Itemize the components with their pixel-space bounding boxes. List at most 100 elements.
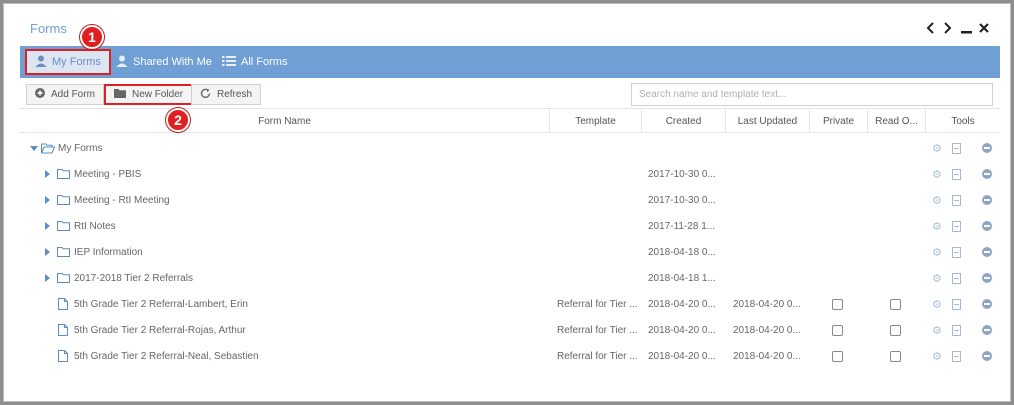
- window-titlebar: Forms: [20, 15, 1000, 45]
- callout-badge-2: 2: [166, 108, 190, 132]
- gear-icon[interactable]: ⚙: [932, 135, 942, 161]
- refresh-button[interactable]: Refresh: [191, 84, 262, 105]
- search-input[interactable]: [631, 83, 993, 106]
- created-cell: 2018-04-18 1...: [648, 272, 716, 284]
- table-row[interactable]: RtI Notes 2017-11-28 1... ⚙: [20, 213, 1000, 239]
- pdf-icon[interactable]: [952, 317, 961, 343]
- folder-icon: [57, 213, 70, 239]
- gear-icon[interactable]: ⚙: [932, 239, 942, 265]
- tab-all-forms[interactable]: All Forms: [222, 49, 287, 75]
- caret-down-icon[interactable]: [30, 135, 38, 161]
- updated-cell: 2018-04-20 0...: [733, 350, 801, 362]
- window-controls: [924, 21, 990, 35]
- table-row[interactable]: Meeting - RtI Meeting 2017-10-30 0... ⚙: [20, 187, 1000, 213]
- table-row[interactable]: 5th Grade Tier 2 Referral-Neal, Sebastie…: [20, 343, 1000, 369]
- read-only-checkbox[interactable]: [890, 343, 901, 369]
- form-name: 5th Grade Tier 2 Referral-Neal, Sebastie…: [74, 350, 259, 362]
- remove-icon[interactable]: [982, 239, 992, 265]
- table-row[interactable]: My Forms ⚙: [20, 135, 1000, 161]
- tab-label: My Forms: [52, 56, 101, 68]
- column-header-read-only[interactable]: Read O...: [868, 110, 926, 133]
- add-form-button[interactable]: Add Form: [26, 84, 104, 105]
- caret-right-icon[interactable]: [45, 213, 50, 239]
- remove-icon[interactable]: [982, 343, 992, 369]
- table-row[interactable]: Meeting - PBIS 2017-10-30 0... ⚙: [20, 161, 1000, 187]
- close-icon[interactable]: [978, 21, 990, 35]
- chevron-left-icon[interactable]: [924, 21, 936, 35]
- plus-circle-icon: [35, 88, 45, 101]
- remove-icon[interactable]: [982, 161, 992, 187]
- folder-open-icon: [41, 135, 55, 161]
- created-cell: 2017-11-28 1...: [648, 220, 716, 232]
- column-header-created[interactable]: Created: [642, 110, 726, 133]
- callout-badge-1: 1: [80, 25, 104, 49]
- remove-icon[interactable]: [982, 213, 992, 239]
- column-header-form-name[interactable]: Form Name: [20, 110, 550, 133]
- folder-name: 2017-2018 Tier 2 Referrals: [74, 272, 193, 284]
- tab-shared-with-me[interactable]: Shared With Me: [116, 49, 212, 75]
- window-title: Forms: [30, 21, 67, 36]
- gear-icon[interactable]: ⚙: [932, 187, 942, 213]
- read-only-checkbox[interactable]: [890, 317, 901, 343]
- pdf-icon[interactable]: [952, 135, 961, 161]
- caret-right-icon[interactable]: [45, 161, 50, 187]
- gear-icon[interactable]: ⚙: [932, 291, 942, 317]
- gear-icon[interactable]: ⚙: [932, 265, 942, 291]
- pdf-icon[interactable]: [952, 213, 961, 239]
- caret-right-icon[interactable]: [45, 265, 50, 291]
- user-icon: [116, 55, 128, 70]
- caret-right-icon[interactable]: [45, 187, 50, 213]
- folder-icon: [57, 187, 70, 213]
- pdf-icon[interactable]: [952, 291, 961, 317]
- created-cell: 2018-04-20 0...: [648, 324, 716, 336]
- read-only-checkbox[interactable]: [890, 291, 901, 317]
- created-cell: 2018-04-20 0...: [648, 298, 716, 310]
- table-row[interactable]: 5th Grade Tier 2 Referral-Lambert, Erin …: [20, 291, 1000, 317]
- new-folder-button[interactable]: New Folder: [104, 84, 194, 105]
- remove-icon[interactable]: [982, 291, 992, 317]
- pdf-icon[interactable]: [952, 343, 961, 369]
- private-checkbox[interactable]: [832, 317, 843, 343]
- table-row[interactable]: 2017-2018 Tier 2 Referrals 2018-04-18 1.…: [20, 265, 1000, 291]
- folder-icon: [114, 88, 126, 101]
- pdf-icon[interactable]: [952, 161, 961, 187]
- gear-icon[interactable]: ⚙: [932, 213, 942, 239]
- remove-icon[interactable]: [982, 265, 992, 291]
- folder-icon: [57, 161, 70, 187]
- folder-name: RtI Notes: [74, 220, 116, 232]
- updated-cell: 2018-04-20 0...: [733, 298, 801, 310]
- minimize-icon[interactable]: [960, 21, 972, 35]
- gear-icon[interactable]: ⚙: [932, 161, 942, 187]
- column-header-template[interactable]: Template: [550, 110, 642, 133]
- private-checkbox[interactable]: [832, 291, 843, 317]
- created-cell: 2018-04-20 0...: [648, 350, 716, 362]
- user-icon: [35, 55, 47, 70]
- gear-icon[interactable]: ⚙: [932, 343, 942, 369]
- private-checkbox[interactable]: [832, 343, 843, 369]
- created-cell: 2017-10-30 0...: [648, 194, 716, 206]
- column-header-last-updated[interactable]: Last Updated: [726, 110, 810, 133]
- tab-bar: My Forms Shared With Me All Forms: [20, 46, 1000, 78]
- created-cell: 2017-10-30 0...: [648, 168, 716, 180]
- folder-name: Meeting - PBIS: [74, 168, 142, 180]
- template-cell: Referral for Tier ...: [557, 324, 638, 336]
- folder-name: Meeting - RtI Meeting: [74, 194, 170, 206]
- table-row[interactable]: IEP Information 2018-04-18 0... ⚙: [20, 239, 1000, 265]
- pdf-icon[interactable]: [952, 239, 961, 265]
- form-name: 5th Grade Tier 2 Referral-Lambert, Erin: [74, 298, 248, 310]
- tab-my-forms[interactable]: My Forms: [25, 49, 111, 75]
- tab-label: Shared With Me: [133, 56, 212, 68]
- remove-icon[interactable]: [982, 317, 992, 343]
- pdf-icon[interactable]: [952, 187, 961, 213]
- column-header-tools: Tools: [951, 116, 975, 127]
- screenshot-frame: Forms My Forms Shared With Me All Forms …: [3, 3, 1011, 402]
- gear-icon[interactable]: ⚙: [932, 317, 942, 343]
- updated-cell: 2018-04-20 0...: [733, 324, 801, 336]
- pdf-icon[interactable]: [952, 265, 961, 291]
- table-row[interactable]: 5th Grade Tier 2 Referral-Rojas, Arthur …: [20, 317, 1000, 343]
- caret-right-icon[interactable]: [45, 239, 50, 265]
- remove-icon[interactable]: [982, 187, 992, 213]
- remove-icon[interactable]: [982, 135, 992, 161]
- column-header-private[interactable]: Private: [810, 110, 868, 133]
- chevron-right-icon[interactable]: [942, 21, 954, 35]
